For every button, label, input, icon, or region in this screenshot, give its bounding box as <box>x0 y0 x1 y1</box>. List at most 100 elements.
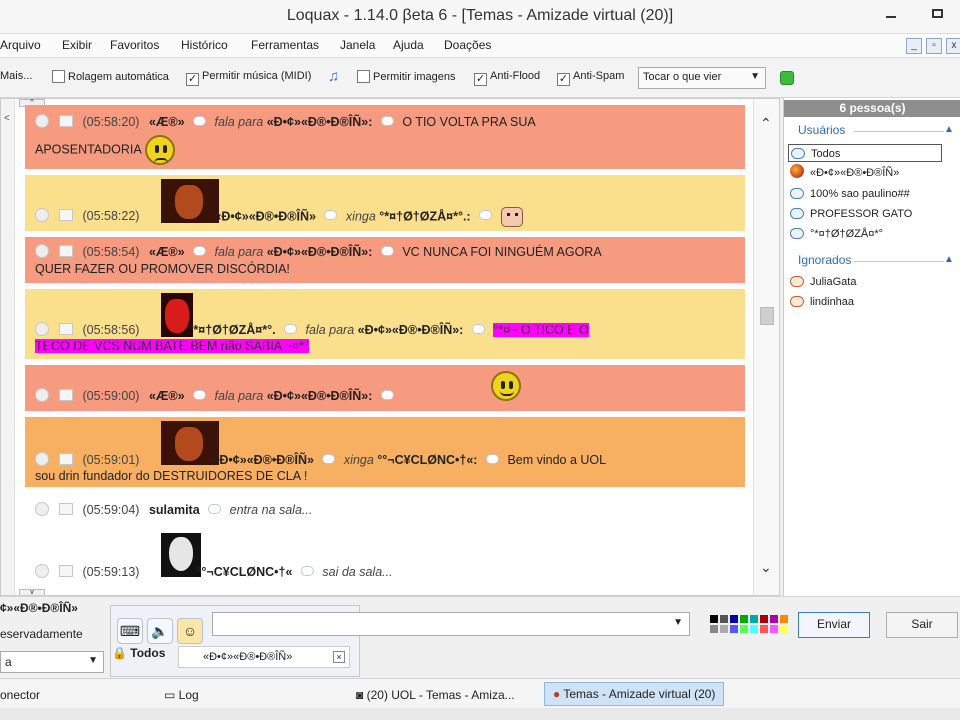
message-recipient[interactable]: «Ð•¢»«Ð®•Ð®ÎÑ»: <box>358 323 464 337</box>
user-item[interactable]: PROFESSOR GATO <box>788 205 958 223</box>
color-swatch[interactable] <box>770 625 778 633</box>
anti-flood-checkbox[interactable]: ✓ <box>474 73 487 86</box>
message-recipient[interactable]: °*¤†Ø†ØZÅ¤*°.: <box>379 209 470 223</box>
more-button[interactable]: Mais... <box>0 70 32 82</box>
sound-select[interactable]: Tocar o que vier ▼ <box>638 67 766 89</box>
allow-images-option[interactable]: Permitir imagens <box>357 70 456 83</box>
color-swatch[interactable] <box>750 625 758 633</box>
mdi-close-button[interactable]: x <box>946 38 960 54</box>
user-item-todos[interactable]: Todos <box>788 144 942 162</box>
reply-icon[interactable] <box>35 564 49 578</box>
color-swatch[interactable] <box>720 625 728 633</box>
edit-icon[interactable] <box>59 565 73 577</box>
menu-arquivo[interactable]: Arquivo <box>0 38 41 52</box>
reply-icon[interactable] <box>35 322 49 336</box>
color-swatch[interactable] <box>740 625 748 633</box>
message-sender[interactable]: °°¬C¥CLØNC•†« <box>196 565 292 579</box>
menu-historico[interactable]: Histórico <box>181 38 228 52</box>
message-sender[interactable]: «Æ®» <box>149 389 185 403</box>
edit-icon[interactable] <box>59 453 73 465</box>
allow-music-checkbox[interactable]: ✓ <box>186 73 199 86</box>
action-select[interactable]: a ▼ <box>0 651 104 673</box>
color-swatch[interactable] <box>780 625 788 633</box>
left-collapse-strip[interactable]: < <box>1 99 15 595</box>
user-item[interactable]: °*¤†Ø†ØZÅ¤*° <box>788 225 958 243</box>
color-swatch[interactable] <box>760 625 768 633</box>
user-item[interactable]: «Ð•¢»«Ð®•Ð®ÎÑ» <box>788 164 958 182</box>
scroll-up-icon[interactable]: ⌃ <box>760 115 772 132</box>
emoticon-icon[interactable]: ☺ <box>177 618 203 644</box>
chevron-down-icon[interactable]: v <box>19 589 45 595</box>
window-tab-active[interactable]: ● Temas - Amizade virtual (20) <box>544 682 725 706</box>
scroll-thumb[interactable] <box>760 307 774 325</box>
maximize-button[interactable] <box>914 0 960 26</box>
message-sender[interactable]: «Æ®» <box>149 115 185 129</box>
allow-music-option[interactable]: ✓ Permitir música (MIDI) <box>186 70 311 86</box>
message-input[interactable]: ▼ <box>212 612 690 636</box>
mdi-restore-button[interactable]: ▫ <box>926 38 942 54</box>
menu-ajuda[interactable]: Ajuda <box>393 38 424 52</box>
anti-spam-checkbox[interactable]: ✓ <box>557 73 570 86</box>
group-users-label[interactable]: Usuários <box>798 123 845 137</box>
color-swatch[interactable] <box>720 615 728 623</box>
message-sender[interactable]: sulamita <box>149 503 200 517</box>
auto-scroll-option[interactable]: Rolagem automática <box>52 70 169 83</box>
reply-icon[interactable] <box>35 502 49 516</box>
music-icon[interactable]: ♫ <box>328 68 339 85</box>
color-swatch[interactable] <box>770 615 778 623</box>
message-recipient[interactable]: °°¬C¥CLØNC•†«: <box>377 453 477 467</box>
edit-icon[interactable] <box>59 323 73 335</box>
edit-icon[interactable] <box>59 115 73 127</box>
message-recipient[interactable]: «Ð•¢»«Ð®•Ð®ÎÑ»: <box>267 389 373 403</box>
mdi-minimize-button[interactable]: _ <box>906 38 922 54</box>
menu-janela[interactable]: Janela <box>340 38 375 52</box>
reply-icon[interactable] <box>35 452 49 466</box>
anti-spam-option[interactable]: ✓ Anti-Spam <box>557 70 624 86</box>
scroll-down-icon[interactable]: ⌄ <box>760 559 772 576</box>
edit-icon[interactable] <box>59 245 73 257</box>
edit-icon[interactable] <box>59 389 73 401</box>
private-option-label[interactable]: eservadamente <box>0 627 83 641</box>
anti-flood-option[interactable]: ✓ Anti-Flood <box>474 70 540 86</box>
reply-icon[interactable] <box>35 208 49 223</box>
allow-images-checkbox[interactable] <box>357 70 370 83</box>
ignored-user-item[interactable]: JuliaGata <box>788 273 958 291</box>
color-swatch[interactable] <box>710 625 718 633</box>
color-swatch[interactable] <box>780 615 788 623</box>
window-tab-uol[interactable]: ◙ (20) UOL - Temas - Amiza... <box>356 688 515 702</box>
send-button[interactable]: Enviar <box>798 612 870 638</box>
auto-scroll-checkbox[interactable] <box>52 70 65 83</box>
keyboard-icon[interactable]: ⌨ <box>117 618 143 644</box>
color-swatch[interactable] <box>760 615 768 623</box>
group-ignored-label[interactable]: Ignorados <box>798 253 851 267</box>
menu-ferramentas[interactable]: Ferramentas <box>251 38 319 52</box>
exit-button[interactable]: Sair <box>886 612 958 638</box>
edit-icon[interactable] <box>59 503 73 515</box>
speaker-icon[interactable]: 🔈 <box>147 618 173 644</box>
user-item[interactable]: 100% sao paulino## <box>788 185 958 203</box>
color-swatch[interactable] <box>730 625 738 633</box>
color-swatch[interactable] <box>740 615 748 623</box>
recipient-target[interactable]: 🔒 Todos <box>112 646 165 660</box>
message-sender[interactable]: °*¤†Ø†ØZÅ¤*°. <box>188 323 275 337</box>
collapse-icon[interactable]: ▲ <box>944 254 954 265</box>
reply-icon[interactable] <box>35 114 49 128</box>
message-sender[interactable]: «Ð•¢»«Ð®•Ð®ÎÑ» <box>214 209 316 223</box>
chat-scrollbar[interactable]: ⌃ ⌄ <box>753 99 779 595</box>
recipient-tab[interactable]: «Ð•¢»«Ð®•Ð®ÎÑ» × <box>178 646 350 668</box>
color-swatch[interactable] <box>730 615 738 623</box>
minimize-button[interactable] <box>868 0 914 26</box>
color-swatch[interactable] <box>750 615 758 623</box>
collapse-icon[interactable]: ▲ <box>944 124 954 135</box>
reply-icon[interactable] <box>35 388 49 402</box>
ignored-user-item[interactable]: lindinhaa <box>788 293 958 311</box>
edit-icon[interactable] <box>59 209 73 222</box>
menu-exibir[interactable]: Exibir <box>62 38 92 52</box>
menu-favoritos[interactable]: Favoritos <box>110 38 159 52</box>
message-sender[interactable]: «Æ®» <box>149 245 185 259</box>
connector-tab[interactable]: onector <box>0 688 40 702</box>
close-icon[interactable]: × <box>333 651 345 663</box>
chevron-down-icon[interactable]: ▼ <box>673 617 683 628</box>
message-recipient[interactable]: «Ð•¢»«Ð®•Ð®ÎÑ»: <box>267 245 373 259</box>
color-swatch[interactable] <box>710 615 718 623</box>
